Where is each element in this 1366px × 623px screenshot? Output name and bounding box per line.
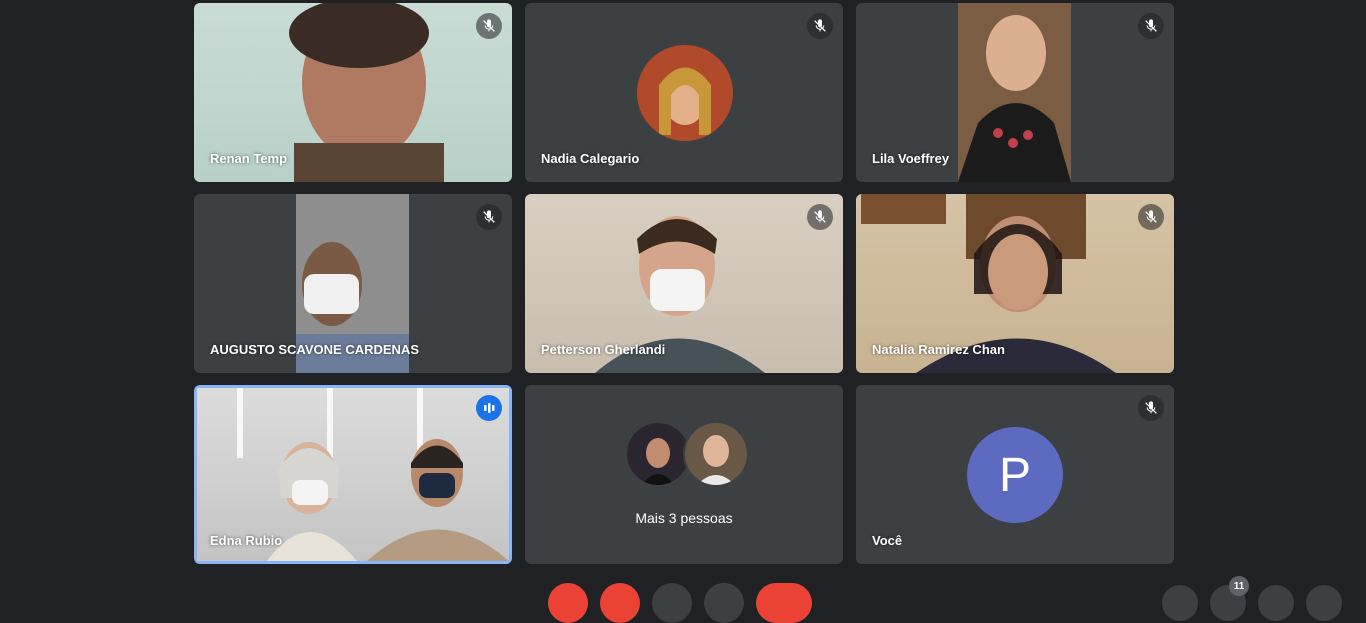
mic-off-icon: [807, 13, 833, 39]
self-avatar: P: [967, 427, 1063, 523]
participant-tile-renan[interactable]: Renan Temp: [194, 3, 512, 182]
participant-name: Natalia Ramirez Chan: [872, 342, 1005, 357]
audio-level-icon: [476, 395, 502, 421]
participant-tile-natalia[interactable]: Natalia Ramirez Chan: [856, 194, 1174, 373]
participant-name: AUGUSTO SCAVONE CARDENAS: [210, 342, 419, 357]
more-options-button[interactable]: [704, 583, 744, 623]
activities-icon[interactable]: [1306, 585, 1342, 621]
participant-name: Renan Temp: [210, 151, 288, 166]
mic-off-icon: [807, 204, 833, 230]
mic-off-icon: [476, 204, 502, 230]
participant-name: Edna Rubio: [210, 533, 283, 548]
mic-off-icon: [1138, 13, 1164, 39]
present-button[interactable]: [652, 583, 692, 623]
info-icon[interactable]: [1162, 585, 1198, 621]
participant-tile-lila[interactable]: Lila Voeffrey: [856, 3, 1174, 182]
mic-off-icon: [1138, 395, 1164, 421]
leave-call-button[interactable]: [756, 583, 812, 623]
overflow-participants-tile[interactable]: Mais 3 pessoas: [525, 385, 843, 564]
overflow-label: Mais 3 pessoas: [635, 510, 733, 526]
mic-off-icon: [476, 13, 502, 39]
participant-video: [958, 3, 1071, 182]
participant-tile-petterson[interactable]: Petterson Gherlandi: [525, 194, 843, 373]
participant-tile-self[interactable]: P Você: [856, 385, 1174, 564]
participant-tile-nadia[interactable]: Nadia Calegario: [525, 3, 843, 182]
participants-count-badge: 11: [1229, 576, 1249, 596]
participant-avatar: [637, 45, 733, 141]
participant-name: Petterson Gherlandi: [541, 342, 666, 357]
participant-name: Você: [872, 533, 903, 548]
participant-name: Nadia Calegario: [541, 151, 640, 166]
participant-avatar: [625, 421, 691, 487]
participant-name: Lila Voeffrey: [872, 151, 950, 166]
mic-off-icon: [1138, 204, 1164, 230]
participant-tile-edna[interactable]: Edna Rubio: [194, 385, 512, 564]
participant-tile-augusto[interactable]: AUGUSTO SCAVONE CARDENAS: [194, 194, 512, 373]
chat-icon[interactable]: [1258, 585, 1294, 621]
meeting-toolbar: 11: [0, 572, 1366, 623]
participant-avatar: [683, 421, 749, 487]
overflow-avatars: [625, 421, 749, 487]
camera-toggle-button[interactable]: [600, 583, 640, 623]
video-grid: Renan Temp Nadia Calegario Lila Voeffrey…: [194, 3, 1174, 564]
mic-toggle-button[interactable]: [548, 583, 588, 623]
